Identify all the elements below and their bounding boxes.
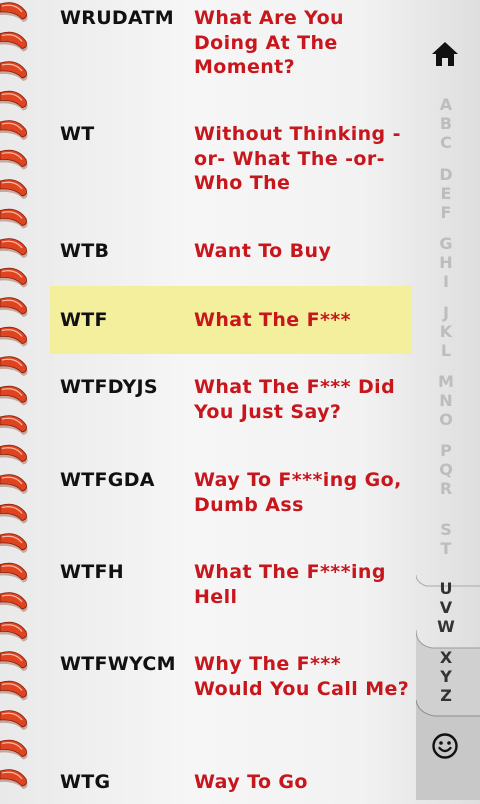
acronym-row[interactable]: WTB Want To Buy [50,233,412,293]
index-letter[interactable]: U [434,580,458,598]
acronym-row[interactable]: WTFGDA Way To F***ing Go, Dumb Ass [50,462,412,542]
acronym-abbreviation: WTF [60,309,108,331]
acronym-meaning: Without Thinking -or- What The -or- Who … [194,123,401,194]
acronym-row[interactable]: WT Without Thinking -or- What The -or- Wh… [50,116,412,216]
acronym-meaning: What Are You Doing At The Moment? [194,7,344,78]
acronym-abbreviation: WTB [60,240,110,262]
acronym-row[interactable]: WTG Way To Go [50,764,412,804]
acronym-abbreviation: WTG [60,771,111,793]
index-letter[interactable]: B [434,115,458,133]
acronym-row[interactable]: WTFH What The F***ing Hell [50,554,412,634]
index-letter[interactable]: V [434,599,458,617]
index-letter[interactable]: Y [434,668,458,686]
index-letter[interactable]: F [434,204,458,222]
index-letter[interactable]: X [434,649,458,667]
acronym-meaning: What The F*** Did You Just Say? [194,376,396,423]
smiley-icon[interactable] [430,731,460,761]
index-letter[interactable]: S [434,521,458,539]
index-letter[interactable]: L [434,342,458,360]
acronym-row[interactable]: WTFDYJS What The F*** Did You Just Say? [50,369,412,449]
index-letter[interactable]: T [434,540,458,558]
acronym-row[interactable]: WTFWYCM Why The F*** Would You Call Me? [50,646,412,756]
index-letter[interactable]: E [434,185,458,203]
acronym-abbreviation: WT [60,123,95,145]
spiral-binding [0,2,28,789]
acronym-abbreviation: WTFGDA [60,469,155,491]
alphabet-index[interactable]: ABCDEFGHIJKLMNOPQR ST UVWXYZ [416,0,480,800]
index-letter[interactable]: W [434,618,458,636]
acronym-row[interactable]: WTF What The F*** [50,286,412,354]
index-letter[interactable]: G [434,235,458,253]
home-icon[interactable] [430,40,460,68]
index-letter[interactable]: M [434,373,458,391]
index-letter[interactable]: H [434,254,458,272]
index-letter[interactable]: N [434,392,458,410]
index-letter[interactable]: O [434,411,458,429]
acronym-abbreviation: WRUDATM [60,7,174,29]
index-letter[interactable]: P [434,442,458,460]
acronym-abbreviation: WTFH [60,561,124,583]
index-letter[interactable]: K [434,323,458,341]
acronym-meaning: Way To Go [194,771,308,793]
index-letter[interactable]: I [434,273,458,291]
index-letter[interactable]: D [434,166,458,184]
index-letter[interactable]: Q [434,461,458,479]
acronym-abbreviation: WTFDYJS [60,376,158,398]
acronym-row[interactable]: WRUDATM What Are You Doing At The Moment? [50,0,412,110]
index-letter[interactable]: Z [434,687,458,705]
acronym-abbreviation: WTFWYCM [60,653,176,675]
acronym-meaning: Way To F***ing Go, Dumb Ass [194,469,402,516]
acronym-meaning: What The F*** [194,309,351,331]
index-letter[interactable]: C [434,134,458,152]
index-letter[interactable]: R [434,480,458,498]
acronym-meaning: Want To Buy [194,240,332,262]
index-letter[interactable]: J [434,304,458,322]
acronym-meaning: Why The F*** Would You Call Me? [194,653,410,700]
index-letter[interactable]: A [434,96,458,114]
acronym-meaning: What The F***ing Hell [194,561,386,608]
